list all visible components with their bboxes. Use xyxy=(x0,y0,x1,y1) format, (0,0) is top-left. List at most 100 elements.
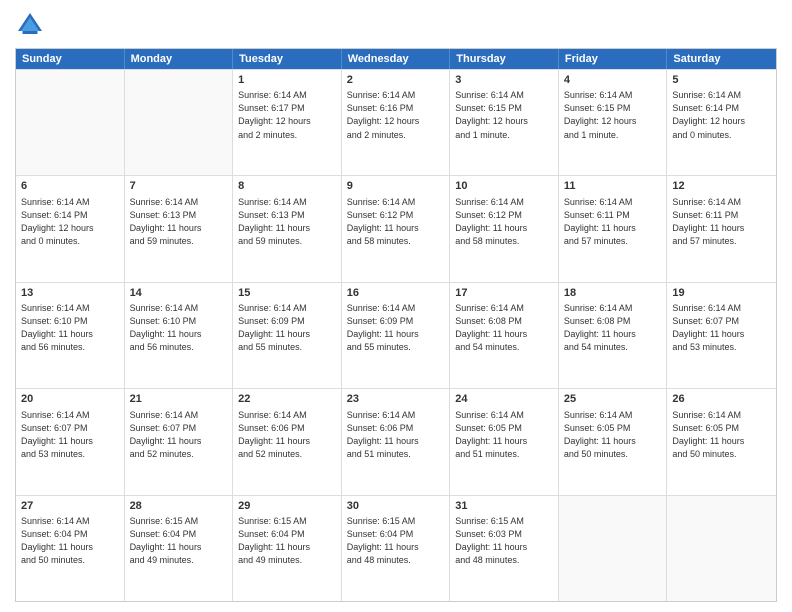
cell-info: Sunrise: 6:14 AM Sunset: 6:06 PM Dayligh… xyxy=(347,409,445,461)
calendar-cell-16: 16Sunrise: 6:14 AM Sunset: 6:09 PM Dayli… xyxy=(342,283,451,388)
day-number: 14 xyxy=(130,286,228,301)
calendar-cell-1: 1Sunrise: 6:14 AM Sunset: 6:17 PM Daylig… xyxy=(233,70,342,175)
cell-info: Sunrise: 6:15 AM Sunset: 6:03 PM Dayligh… xyxy=(455,515,553,567)
calendar-cell-15: 15Sunrise: 6:14 AM Sunset: 6:09 PM Dayli… xyxy=(233,283,342,388)
calendar-cell-22: 22 Sunrise: 6:14 AM Sunset: 6:06 PM Dayli… xyxy=(233,389,342,494)
calendar: SundayMondayTuesdayWednesdayThursdayFrid… xyxy=(15,48,777,602)
cell-info: Sunrise: 6:14 AM Sunset: 6:12 PM Dayligh… xyxy=(455,196,553,248)
cell-info: Sunrise: 6:15 AM Sunset: 6:04 PM Dayligh… xyxy=(347,515,445,567)
cell-info: Sunrise: 6:14 AM Sunset: 6:09 PM Dayligh… xyxy=(347,302,445,354)
cell-info: Sunrise: 6:14 AM Sunset: 6:06 PM Dayligh… xyxy=(238,409,336,461)
calendar-cell-13: 13Sunrise: 6:14 AM Sunset: 6:10 PM Dayli… xyxy=(16,283,125,388)
day-number: 2 xyxy=(347,73,445,88)
cell-info: Sunrise: 6:14 AM Sunset: 6:07 PM Dayligh… xyxy=(130,409,228,461)
cell-info: Sunrise: 6:14 AM Sunset: 6:08 PM Dayligh… xyxy=(455,302,553,354)
day-number: 27 xyxy=(21,499,119,514)
calendar-cell-10: 10 Sunrise: 6:14 AM Sunset: 6:12 PM Dayli… xyxy=(450,176,559,281)
logo-icon xyxy=(15,10,45,40)
cell-info: Sunrise: 6:15 AM Sunset: 6:04 PM Dayligh… xyxy=(238,515,336,567)
cell-info: Sunrise: 6:14 AM Sunset: 6:11 PM Dayligh… xyxy=(672,196,771,248)
page: SundayMondayTuesdayWednesdayThursdayFrid… xyxy=(0,0,792,612)
cell-info: Sunrise: 6:14 AM Sunset: 6:15 PM Dayligh… xyxy=(564,89,662,141)
cell-info: Sunrise: 6:14 AM Sunset: 6:10 PM Dayligh… xyxy=(21,302,119,354)
day-number: 15 xyxy=(238,286,336,301)
day-number: 29 xyxy=(238,499,336,514)
weekday-header-friday: Friday xyxy=(559,49,668,69)
day-number: 22 xyxy=(238,392,336,407)
cell-info: Sunrise: 6:14 AM Sunset: 6:11 PM Dayligh… xyxy=(564,196,662,248)
calendar-header: SundayMondayTuesdayWednesdayThursdayFrid… xyxy=(16,49,776,69)
calendar-cell-11: 11 Sunrise: 6:14 AM Sunset: 6:11 PM Dayli… xyxy=(559,176,668,281)
calendar-cell-26: 26Sunrise: 6:14 AM Sunset: 6:05 PM Dayli… xyxy=(667,389,776,494)
calendar-cell-3: 3Sunrise: 6:14 AM Sunset: 6:15 PM Daylig… xyxy=(450,70,559,175)
cell-info: Sunrise: 6:14 AM Sunset: 6:17 PM Dayligh… xyxy=(238,89,336,141)
day-number: 20 xyxy=(21,392,119,407)
calendar-cell-20: 20 Sunrise: 6:14 AM Sunset: 6:07 PM Dayli… xyxy=(16,389,125,494)
cell-info: Sunrise: 6:14 AM Sunset: 6:14 PM Dayligh… xyxy=(21,196,119,248)
calendar-cell-7: 7 Sunrise: 6:14 AM Sunset: 6:13 PM Daylig… xyxy=(125,176,234,281)
day-number: 23 xyxy=(347,392,445,407)
day-number: 28 xyxy=(130,499,228,514)
cell-info: Sunrise: 6:14 AM Sunset: 6:14 PM Dayligh… xyxy=(672,89,771,141)
calendar-cell-empty xyxy=(16,70,125,175)
calendar-cell-30: 30Sunrise: 6:15 AM Sunset: 6:04 PM Dayli… xyxy=(342,496,451,601)
day-number: 12 xyxy=(672,179,771,194)
calendar-cell-23: 23 Sunrise: 6:14 AM Sunset: 6:06 PM Dayli… xyxy=(342,389,451,494)
cell-info: Sunrise: 6:15 AM Sunset: 6:04 PM Dayligh… xyxy=(130,515,228,567)
day-number: 9 xyxy=(347,179,445,194)
calendar-cell-empty xyxy=(667,496,776,601)
day-number: 5 xyxy=(672,73,771,88)
calendar-cell-empty xyxy=(559,496,668,601)
calendar-cell-5: 5Sunrise: 6:14 AM Sunset: 6:14 PM Daylig… xyxy=(667,70,776,175)
weekday-header-sunday: Sunday xyxy=(16,49,125,69)
weekday-header-saturday: Saturday xyxy=(667,49,776,69)
day-number: 19 xyxy=(672,286,771,301)
day-number: 16 xyxy=(347,286,445,301)
day-number: 3 xyxy=(455,73,553,88)
calendar-cell-2: 2Sunrise: 6:14 AM Sunset: 6:16 PM Daylig… xyxy=(342,70,451,175)
cell-info: Sunrise: 6:14 AM Sunset: 6:07 PM Dayligh… xyxy=(672,302,771,354)
cell-info: Sunrise: 6:14 AM Sunset: 6:05 PM Dayligh… xyxy=(564,409,662,461)
cell-info: Sunrise: 6:14 AM Sunset: 6:07 PM Dayligh… xyxy=(21,409,119,461)
weekday-header-wednesday: Wednesday xyxy=(342,49,451,69)
calendar-row-1: 6 Sunrise: 6:14 AM Sunset: 6:14 PM Daylig… xyxy=(16,175,776,281)
calendar-cell-4: 4Sunrise: 6:14 AM Sunset: 6:15 PM Daylig… xyxy=(559,70,668,175)
calendar-cell-8: 8Sunrise: 6:14 AM Sunset: 6:13 PM Daylig… xyxy=(233,176,342,281)
weekday-header-tuesday: Tuesday xyxy=(233,49,342,69)
day-number: 31 xyxy=(455,499,553,514)
day-number: 26 xyxy=(672,392,771,407)
cell-info: Sunrise: 6:14 AM Sunset: 6:16 PM Dayligh… xyxy=(347,89,445,141)
calendar-cell-empty xyxy=(125,70,234,175)
cell-info: Sunrise: 6:14 AM Sunset: 6:15 PM Dayligh… xyxy=(455,89,553,141)
day-number: 21 xyxy=(130,392,228,407)
day-number: 13 xyxy=(21,286,119,301)
day-number: 6 xyxy=(21,179,119,194)
day-number: 17 xyxy=(455,286,553,301)
cell-info: Sunrise: 6:14 AM Sunset: 6:10 PM Dayligh… xyxy=(130,302,228,354)
day-number: 11 xyxy=(564,179,662,194)
calendar-cell-24: 24 Sunrise: 6:14 AM Sunset: 6:05 PM Dayli… xyxy=(450,389,559,494)
calendar-row-3: 20 Sunrise: 6:14 AM Sunset: 6:07 PM Dayli… xyxy=(16,388,776,494)
day-number: 24 xyxy=(455,392,553,407)
calendar-cell-25: 25Sunrise: 6:14 AM Sunset: 6:05 PM Dayli… xyxy=(559,389,668,494)
calendar-cell-14: 14Sunrise: 6:14 AM Sunset: 6:10 PM Dayli… xyxy=(125,283,234,388)
day-number: 7 xyxy=(130,179,228,194)
day-number: 1 xyxy=(238,73,336,88)
cell-info: Sunrise: 6:14 AM Sunset: 6:13 PM Dayligh… xyxy=(130,196,228,248)
calendar-cell-18: 18Sunrise: 6:14 AM Sunset: 6:08 PM Dayli… xyxy=(559,283,668,388)
cell-info: Sunrise: 6:14 AM Sunset: 6:09 PM Dayligh… xyxy=(238,302,336,354)
calendar-cell-19: 19Sunrise: 6:14 AM Sunset: 6:07 PM Dayli… xyxy=(667,283,776,388)
cell-info: Sunrise: 6:14 AM Sunset: 6:12 PM Dayligh… xyxy=(347,196,445,248)
calendar-cell-21: 21 Sunrise: 6:14 AM Sunset: 6:07 PM Dayli… xyxy=(125,389,234,494)
day-number: 30 xyxy=(347,499,445,514)
calendar-body: 1Sunrise: 6:14 AM Sunset: 6:17 PM Daylig… xyxy=(16,69,776,601)
calendar-cell-29: 29Sunrise: 6:15 AM Sunset: 6:04 PM Dayli… xyxy=(233,496,342,601)
cell-info: Sunrise: 6:14 AM Sunset: 6:08 PM Dayligh… xyxy=(564,302,662,354)
cell-info: Sunrise: 6:14 AM Sunset: 6:04 PM Dayligh… xyxy=(21,515,119,567)
calendar-row-2: 13Sunrise: 6:14 AM Sunset: 6:10 PM Dayli… xyxy=(16,282,776,388)
day-number: 10 xyxy=(455,179,553,194)
cell-info: Sunrise: 6:14 AM Sunset: 6:05 PM Dayligh… xyxy=(455,409,553,461)
calendar-cell-9: 9 Sunrise: 6:14 AM Sunset: 6:12 PM Daylig… xyxy=(342,176,451,281)
cell-info: Sunrise: 6:14 AM Sunset: 6:13 PM Dayligh… xyxy=(238,196,336,248)
header xyxy=(15,10,777,40)
